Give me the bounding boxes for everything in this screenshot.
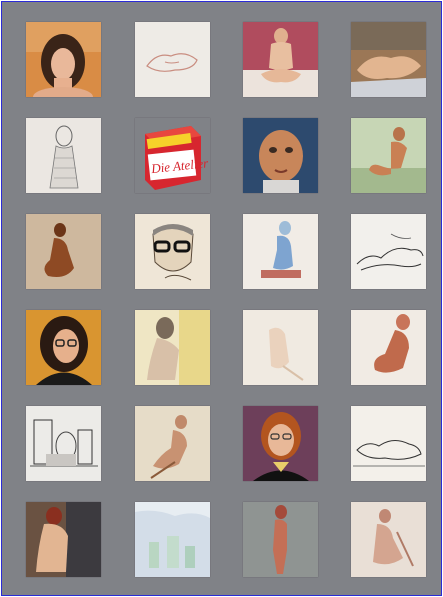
thumbnail-blue-nude-watercolor[interactable]: [243, 214, 318, 289]
thumbnail-seated-male-nude[interactable]: [351, 118, 426, 193]
thumbnail-reclining-nude-sketch[interactable]: [135, 22, 210, 97]
thumbnail-reclining-line-drawing[interactable]: [351, 214, 426, 289]
thumbnail-faint-figure-watercolor[interactable]: [243, 310, 318, 385]
thumbnail-atelier-logo[interactable]: Die Atelier: [135, 118, 210, 193]
thumbnail-still-life-sketch[interactable]: [26, 406, 101, 481]
thumbnail-redhead-portrait[interactable]: [243, 406, 318, 481]
thumbnail-reclining-ink-sketch[interactable]: [351, 406, 426, 481]
thumbnail-reclining-nude-painting[interactable]: [351, 22, 426, 97]
thumbnail-man-pencil-sketch[interactable]: [26, 118, 101, 193]
thumbnail-red-chalk-figure[interactable]: [351, 310, 426, 385]
thumbnail-man-portrait-painting[interactable]: [243, 118, 318, 193]
thumbnail-seated-figure-sepia[interactable]: [135, 406, 210, 481]
thumbnail-woman-glasses-portrait[interactable]: [26, 310, 101, 385]
thumbnail-seated-nude-painting[interactable]: [243, 22, 318, 97]
thumbnail-man-glasses-drawing[interactable]: [135, 214, 210, 289]
thumbnail-standing-nude-painting[interactable]: [243, 502, 318, 577]
thumbnail-woman-portrait[interactable]: [26, 22, 101, 97]
thumbnail-seated-nude-chalk[interactable]: [351, 502, 426, 577]
thumbnail-bottles-still-life[interactable]: [135, 502, 210, 577]
thumbnail-crouching-figure[interactable]: [26, 214, 101, 289]
thumbnail-back-nude-painting[interactable]: [26, 502, 101, 577]
thumbnail-woman-profile-painting[interactable]: [135, 310, 210, 385]
gallery-frame: Die Atelier: [1, 1, 442, 596]
